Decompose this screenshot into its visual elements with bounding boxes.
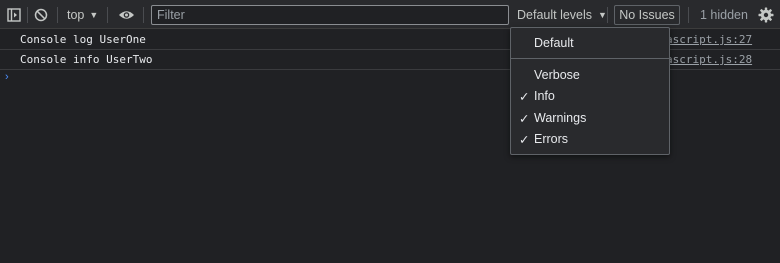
source-link[interactable]: ascript.js:28	[666, 53, 752, 66]
settings-button[interactable]	[755, 0, 777, 29]
live-expression-eye-icon	[118, 10, 134, 19]
menu-item-label: Default	[534, 36, 574, 50]
hidden-messages-count: 1 hidden	[700, 0, 748, 29]
issues-label: No Issues	[619, 8, 675, 22]
log-levels-label: Default levels	[517, 7, 593, 22]
menu-item-verbose[interactable]: Verbose	[511, 65, 669, 85]
menu-item-errors[interactable]: ✓ Errors	[511, 129, 669, 149]
menu-item-warnings[interactable]: ✓ Warnings	[511, 108, 669, 128]
filter-input[interactable]	[151, 5, 509, 25]
checkmark-icon: ✓	[519, 132, 530, 147]
toggle-sidebar-button[interactable]	[3, 0, 25, 29]
clear-console-icon	[34, 8, 48, 21]
console-message-text: Console info UserTwo	[20, 53, 153, 66]
toolbar-divider	[607, 7, 608, 23]
gear-icon	[758, 7, 774, 22]
menu-item-info[interactable]: ✓ Info	[511, 86, 669, 106]
toolbar-divider	[57, 7, 58, 23]
live-expression-button[interactable]	[115, 0, 137, 29]
chevron-down-icon: ▼	[89, 9, 99, 20]
sidebar-toggle-icon	[7, 7, 21, 22]
checkmark-icon: ✓	[519, 89, 530, 104]
toolbar-divider	[107, 7, 108, 23]
console-message-text: Console log UserOne	[20, 33, 146, 46]
toolbar-divider	[688, 7, 689, 23]
console-prompt-icon[interactable]: ›	[5, 71, 9, 83]
console-toolbar: top ▼ Default levels ▼ No Issues 1 hidde…	[0, 0, 780, 29]
log-levels-menu: Default Verbose ✓ Info ✓ Warnings ✓ Erro…	[510, 27, 670, 155]
toolbar-divider	[27, 7, 28, 23]
menu-item-label: Warnings	[534, 111, 587, 125]
checkmark-icon: ✓	[519, 111, 530, 126]
context-selector[interactable]: top ▼	[67, 0, 98, 29]
menu-item-label: Info	[534, 89, 555, 103]
log-levels-dropdown[interactable]: Default levels ▼	[517, 0, 607, 29]
chevron-down-icon: ▼	[598, 9, 607, 20]
menu-item-label: Errors	[534, 132, 569, 146]
menu-item-label: Verbose	[534, 68, 580, 82]
context-selector-label: top	[67, 7, 85, 22]
menu-item-default[interactable]: Default	[511, 33, 669, 53]
source-link[interactable]: ascript.js:27	[666, 33, 752, 46]
menu-divider	[511, 58, 669, 59]
clear-console-button[interactable]	[30, 0, 52, 29]
hidden-count-label: 1 hidden	[700, 7, 748, 22]
issues-button[interactable]: No Issues	[614, 5, 680, 25]
toolbar-divider	[143, 7, 144, 23]
